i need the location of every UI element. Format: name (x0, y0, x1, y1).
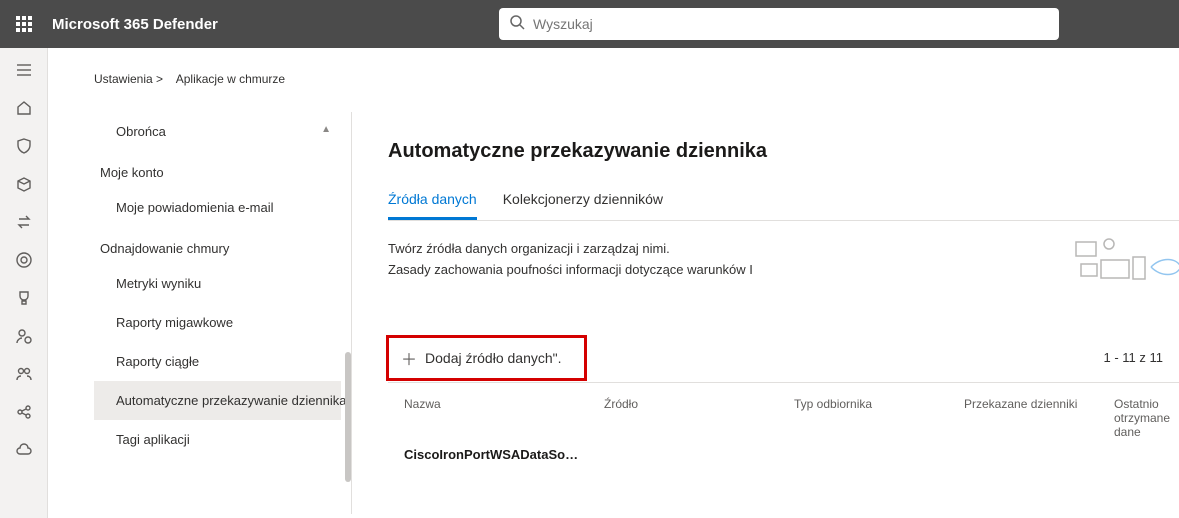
cell-name: CiscoIronPortWSADataSo… (404, 447, 604, 462)
home-icon[interactable] (14, 98, 34, 118)
search-icon (509, 14, 525, 35)
col-source[interactable]: Źródło (604, 397, 794, 439)
col-name[interactable]: Nazwa (404, 397, 604, 439)
tab-log-collectors[interactable]: Kolekcjonerzy dzienników (503, 191, 663, 220)
nav-item-snapshot-reports[interactable]: Raporty migawkowe (94, 303, 341, 342)
breadcrumb: Ustawienia > Aplikacje w chmurze (94, 72, 1179, 86)
col-forwarded-logs[interactable]: Przekazane dzienniki (964, 397, 1114, 439)
chevron-up-icon: ▲ (321, 124, 331, 135)
exchange-icon[interactable] (14, 212, 34, 232)
share-icon[interactable] (14, 402, 34, 422)
app-launcher-button[interactable] (0, 0, 48, 48)
col-last-received[interactable]: Ostatnio otrzymane dane (1114, 397, 1179, 439)
illustration-icon (1071, 232, 1179, 307)
nav-item-label: Obrońca (116, 124, 166, 139)
global-search[interactable] (499, 8, 1059, 40)
scrollbar-thumb[interactable] (345, 352, 351, 482)
person-gear-icon[interactable] (14, 326, 34, 346)
add-data-source-button[interactable]: ＋ Dodaj źródło danych". (391, 340, 572, 376)
add-button-label: Dodaj źródło danych". (425, 350, 562, 366)
breadcrumb-leaf[interactable]: Aplikacje w chmurze (176, 72, 285, 86)
page-title: Automatyczne przekazywanie dziennika (388, 140, 1179, 163)
command-bar: ＋ Dodaj źródło danych". 1 - 11 z 11 (388, 333, 1179, 383)
product-name: Microsoft 365 Defender (52, 16, 218, 33)
settings-nav: Obrońca ▲ Moje konto Moje powiadomienia … (94, 112, 352, 514)
main-panel: Automatyczne przekazywanie dziennika Źró… (352, 112, 1179, 514)
hamburger-icon[interactable] (14, 60, 34, 80)
people-icon[interactable] (14, 364, 34, 384)
package-icon[interactable] (14, 174, 34, 194)
shield-icon[interactable] (14, 136, 34, 156)
tab-data-sources[interactable]: Źródła danych (388, 191, 477, 220)
description-line-1: Twórz źródła danych organizacji i zarząd… (388, 241, 1179, 256)
tutorial-highlight: ＋ Dodaj źródło danych". (386, 335, 587, 381)
left-icon-rail (0, 48, 48, 518)
nav-group-my-account[interactable]: Moje konto (94, 151, 341, 188)
table-row[interactable]: CiscoIronPortWSADataSo… (388, 447, 1179, 462)
radar-icon[interactable] (14, 250, 34, 270)
nav-item-score-metrics[interactable]: Metryki wyniku (94, 264, 341, 303)
search-input[interactable] (533, 16, 1049, 32)
nav-item-continuous-reports[interactable]: Raporty ciągłe (94, 342, 341, 381)
breadcrumb-root[interactable]: Ustawienia > (94, 72, 163, 86)
nav-item-defender[interactable]: Obrońca ▲ (94, 112, 341, 151)
nav-item-automatic-log-upload[interactable]: Automatyczne przekazywanie dziennika (94, 381, 341, 420)
cloud-icon[interactable] (14, 440, 34, 460)
trophy-icon[interactable] (14, 288, 34, 308)
col-receiver-type[interactable]: Typ odbiornika (794, 397, 964, 439)
description-line-2: Zasady zachowania poufności informacji d… (388, 262, 1179, 277)
nav-group-cloud-discovery[interactable]: Odnajdowanie chmury (94, 227, 341, 264)
nav-item-email-notifications[interactable]: Moje powiadomienia e-mail (94, 188, 341, 227)
tab-bar: Źródła danych Kolekcjonerzy dzienników (388, 191, 1179, 221)
global-header: Microsoft 365 Defender (0, 0, 1179, 48)
plus-icon: ＋ (401, 346, 417, 370)
item-counter: 1 - 11 z 11 (1104, 350, 1164, 365)
nav-item-app-tags[interactable]: Tagi aplikacji (94, 420, 341, 459)
table-header: Nazwa Źródło Typ odbiornika Przekazane d… (388, 383, 1179, 447)
